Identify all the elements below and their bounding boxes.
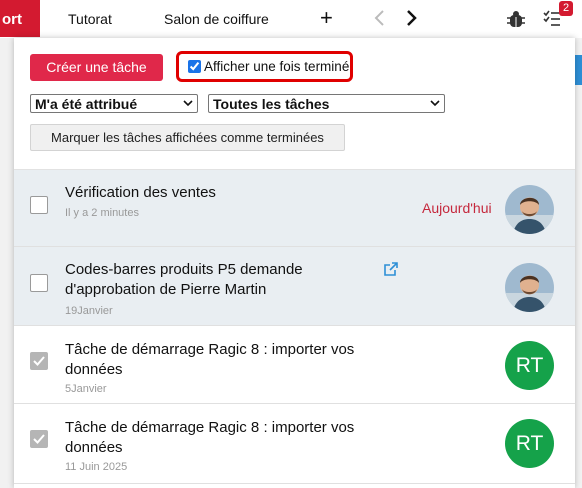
task-row[interactable]: Vérification des ventes Il y a 2 minutes… [14,170,575,247]
task-due-date: Aujourd'hui [422,200,492,216]
task-time: 11 Juin 2025 [65,461,128,473]
checkmark-icon [33,434,45,444]
task-row[interactable]: Tâche de démarrage Ragic 8 : importer vo… [14,326,575,404]
task-checkbox-checked[interactable] [30,430,48,448]
chevron-down-icon [183,100,193,107]
top-bar: ort Tutorat Salon de coiffure + 2 [0,0,582,38]
chevron-down-icon [430,100,440,107]
tab-active[interactable]: ort [0,0,40,37]
task-checkbox-checked[interactable] [30,352,48,370]
assignee-avatar-initials: RT [505,419,554,468]
assigned-filter-value: M'a été attribué [35,96,138,112]
show-completed-checkbox[interactable] [188,60,201,73]
assignee-avatar [505,185,554,234]
assigned-filter-select[interactable]: M'a été attribué [30,94,198,113]
assignee-avatar-initials: RT [505,341,554,390]
task-title[interactable]: Tâche de démarrage Ragic 8 : importer vo… [65,340,355,380]
mark-displayed-done-button[interactable]: Marquer les tâches affichées comme termi… [30,124,345,151]
task-count-badge: 2 [559,1,573,16]
tasks-panel-header: Créer une tâche Afficher une fois termin… [14,38,575,170]
background-sheet [0,38,14,488]
background-sheet-right [575,38,582,488]
task-time: 5Janvier [65,383,107,395]
assignee-avatar [505,263,554,312]
task-time: Il y a 2 minutes [65,207,139,219]
task-checkbox[interactable] [30,274,48,292]
task-row[interactable]: Tâche de démarrage Ragic 8 : importer vo… [14,404,575,484]
bug-icon[interactable] [506,9,526,29]
task-title[interactable]: Vérification des ventes [65,183,355,203]
chevron-left-icon[interactable] [373,8,387,28]
add-tab-button[interactable]: + [320,5,333,31]
chevron-right-icon[interactable] [404,8,418,28]
tab-active-label: ort [2,11,22,28]
tab-salon-de-coiffure[interactable]: Salon de coiffure [164,11,269,27]
task-title[interactable]: Codes-barres produits P5 demande d'appro… [65,260,355,300]
task-scope-value: Toutes les tâches [213,96,330,112]
external-link-icon[interactable] [384,262,398,276]
task-time: 19Janvier [65,305,113,317]
task-checkbox[interactable] [30,196,48,214]
tasks-panel: Créer une tâche Afficher une fois termin… [14,38,575,488]
show-completed-toggle[interactable]: Afficher une fois terminé [176,51,353,82]
tab-tutorat[interactable]: Tutorat [68,11,112,27]
task-scope-select[interactable]: Toutes les tâches [208,94,445,113]
task-title[interactable]: Tâche de démarrage Ragic 8 : importer vo… [65,418,355,458]
show-completed-label: Afficher une fois terminé [204,59,350,74]
create-task-button[interactable]: Créer une tâche [30,54,163,81]
checkmark-icon [33,356,45,366]
task-row[interactable]: Codes-barres produits P5 demande d'appro… [14,247,575,326]
